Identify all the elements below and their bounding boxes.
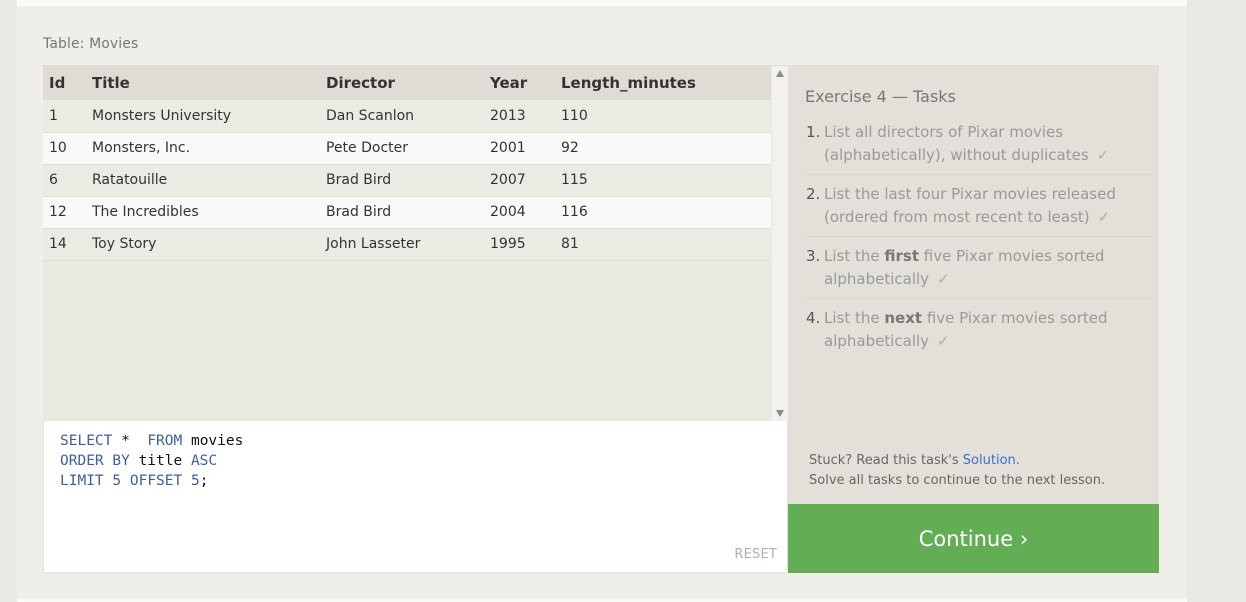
cell-year: 1995 <box>484 228 555 261</box>
scroll-down-arrow-icon[interactable] <box>776 410 784 417</box>
cell-director: Dan Scanlon <box>320 100 484 133</box>
solution-link[interactable]: Solution <box>963 453 1016 468</box>
sql-token: * <box>112 433 148 449</box>
exercise-title: Exercise 4 — Tasks <box>805 87 956 106</box>
task-text: List all directors of Pixar movies (alph… <box>824 123 1089 164</box>
task-number: 1. <box>806 123 821 141</box>
cell-id: 12 <box>43 196 86 229</box>
cell-length: 92 <box>555 132 771 165</box>
sql-number: 5 <box>182 473 200 489</box>
reset-button[interactable]: RESET <box>734 547 777 562</box>
task-number: 4. <box>806 309 821 327</box>
task-item: 2. List the last four Pixar movies releas… <box>806 175 1152 237</box>
sql-keyword: LIMIT <box>60 473 104 489</box>
task-list: 1. List all directors of Pixar movies (al… <box>806 119 1152 360</box>
checkmark-icon: ✓ <box>937 270 950 288</box>
cell-year: 2007 <box>484 164 555 197</box>
checkmark-icon: ✓ <box>937 332 950 350</box>
column-header-id: Id <box>43 66 86 100</box>
sql-token: ; <box>199 473 209 489</box>
cell-id: 14 <box>43 228 86 261</box>
sql-editor[interactable]: SELECT * FROM movies ORDER BY title ASC … <box>43 421 788 573</box>
task-number: 3. <box>806 247 821 265</box>
cell-title: Toy Story <box>86 228 320 261</box>
sql-keyword: OFFSET <box>121 473 183 489</box>
table-row: 6 Ratatouille Brad Bird 2007 115 <box>43 164 771 197</box>
task-emphasis: first <box>884 247 919 265</box>
cell-director: Brad Bird <box>320 164 484 197</box>
cell-id: 10 <box>43 132 86 165</box>
top-band <box>17 0 1187 6</box>
cell-year: 2013 <box>484 100 555 133</box>
sql-identifier: movies <box>182 433 244 449</box>
solve-all-note: Solve all tasks to continue to the next … <box>809 473 1106 488</box>
checkmark-icon: ✓ <box>1096 146 1110 164</box>
sql-code[interactable]: SELECT * FROM movies ORDER BY title ASC … <box>60 431 243 491</box>
column-header-year: Year <box>484 66 555 100</box>
checkmark-icon: ✓ <box>1097 208 1111 226</box>
cell-director: John Lasseter <box>320 228 484 261</box>
sql-number: 5 <box>103 473 122 489</box>
sql-keyword: ASC <box>190 453 218 469</box>
page-container: Table: Movies Id Title Director Year Len… <box>17 0 1187 602</box>
cell-title: The Incredibles <box>86 196 320 229</box>
task-text: List the <box>824 247 885 265</box>
task-item: 1. List all directors of Pixar movies (al… <box>806 119 1152 175</box>
cell-id: 6 <box>43 164 86 197</box>
table-caption: Table: Movies <box>43 36 139 52</box>
cell-year: 2001 <box>484 132 555 165</box>
column-header-director: Director <box>320 66 484 100</box>
sql-identifier: title <box>129 453 191 469</box>
stuck-line: Stuck? Read this task's Solution. <box>809 451 1105 471</box>
task-item: 3. List the first five Pixar movies sorte… <box>806 237 1152 299</box>
cell-title: Monsters University <box>86 100 320 133</box>
cell-title: Monsters, Inc. <box>86 132 320 165</box>
table-header-row: Id Title Director Year Length_minutes <box>43 66 771 100</box>
column-header-length: Length_minutes <box>555 66 771 100</box>
help-text: Stuck? Read this task's Solution. Solve … <box>809 451 1105 491</box>
table-row: 14 Toy Story John Lasseter 1995 81 <box>43 228 771 261</box>
task-emphasis: next <box>884 309 923 327</box>
tasks-panel: Exercise 4 — Tasks 1. List all directors … <box>788 65 1159 504</box>
cell-year: 2004 <box>484 196 555 229</box>
continue-button[interactable]: Continue › <box>788 504 1159 573</box>
sql-keyword: SELECT <box>60 433 113 449</box>
column-header-title: Title <box>86 66 320 100</box>
cell-director: Brad Bird <box>320 196 484 229</box>
cell-length: 81 <box>555 228 771 261</box>
cell-director: Pete Docter <box>320 132 484 165</box>
results-panel: Id Title Director Year Length_minutes 1 … <box>43 65 788 422</box>
table-row: 10 Monsters, Inc. Pete Docter 2001 92 <box>43 132 771 165</box>
task-item: 4. List the next five Pixar movies sorted… <box>806 299 1152 360</box>
stuck-suffix: . <box>1015 453 1020 468</box>
cell-length: 115 <box>555 164 771 197</box>
table-row: 12 The Incredibles Brad Bird 2004 116 <box>43 196 771 229</box>
cell-length: 110 <box>555 100 771 133</box>
scroll-up-arrow-icon[interactable] <box>776 70 784 77</box>
cell-id: 1 <box>43 100 86 133</box>
cell-title: Ratatouille <box>86 164 320 197</box>
task-text: List the last four Pixar movies released… <box>824 185 1116 226</box>
task-text: List the <box>824 309 885 327</box>
results-scrollbar[interactable] <box>772 66 788 422</box>
sql-keyword: FROM <box>147 433 183 449</box>
task-number: 2. <box>806 185 821 203</box>
cell-length: 116 <box>555 196 771 229</box>
table-row: 1 Monsters University Dan Scanlon 2013 1… <box>43 100 771 133</box>
sql-keyword: ORDER BY <box>60 453 130 469</box>
stuck-prefix: Stuck? Read this task's <box>809 453 963 468</box>
results-table: Id Title Director Year Length_minutes 1 … <box>43 66 771 261</box>
